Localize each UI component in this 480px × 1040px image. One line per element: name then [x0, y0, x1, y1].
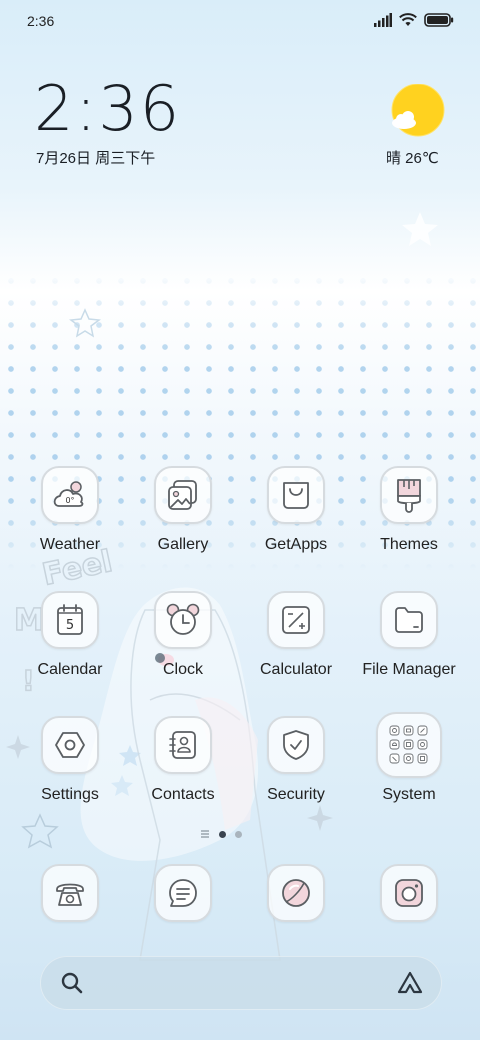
weather-icon[interactable]: 0°: [41, 466, 99, 524]
app-label-settings: Settings: [41, 786, 99, 803]
app-getapps[interactable]: GetApps: [236, 466, 356, 554]
page-dot[interactable]: [235, 830, 242, 838]
page-dot-active[interactable]: [219, 830, 226, 838]
app-label-gallery: Gallery: [157, 536, 209, 553]
security-icon[interactable]: [267, 716, 325, 774]
messages-icon[interactable]: [154, 864, 212, 922]
app-calendar[interactable]: 5 Calendar: [10, 591, 130, 679]
app-clock[interactable]: Clock: [123, 591, 243, 679]
phone-icon[interactable]: [41, 864, 99, 922]
app-label-system: System: [382, 786, 436, 803]
getapps-icon[interactable]: [267, 466, 325, 524]
settings-icon[interactable]: [41, 716, 99, 774]
folder-icon[interactable]: [380, 591, 438, 649]
calculator-icon[interactable]: [267, 591, 325, 649]
app-label-calendar: Calendar: [37, 661, 103, 678]
status-bar: 2:36: [0, 0, 480, 44]
system-folder-icon[interactable]: [376, 712, 442, 778]
app-contacts[interactable]: Contacts: [123, 716, 243, 804]
assistant-icon[interactable]: [396, 969, 424, 997]
themes-icon[interactable]: [380, 466, 438, 524]
app-security[interactable]: Security: [236, 716, 356, 804]
app-label-clock: Clock: [162, 661, 203, 678]
dock-messages[interactable]: [123, 864, 243, 922]
battery-icon: [424, 13, 454, 27]
clock-widget-date: 7月26日 周三下午: [36, 150, 156, 167]
signal-icon: [374, 13, 392, 27]
clock-widget-time[interactable]: 2:36: [34, 78, 181, 140]
app-gallery[interactable]: Gallery: [123, 466, 243, 554]
app-calculator[interactable]: Calculator: [236, 591, 356, 679]
app-label-security: Security: [267, 786, 325, 803]
clock-icon[interactable]: [154, 591, 212, 649]
dock-phone[interactable]: [10, 864, 130, 922]
browser-icon[interactable]: [267, 864, 325, 922]
calendar-icon[interactable]: 5: [41, 591, 99, 649]
app-label-contacts: Contacts: [151, 786, 215, 803]
wifi-icon: [399, 13, 417, 26]
svg-text:0°: 0°: [65, 496, 74, 505]
sun-cloud-icon[interactable]: [390, 84, 446, 140]
weather-text: 晴 26℃: [386, 150, 439, 167]
dock-browser[interactable]: [236, 864, 356, 922]
dock-camera[interactable]: [349, 864, 469, 922]
app-label-calculator: Calculator: [259, 661, 333, 678]
app-weather[interactable]: 0° Weather: [10, 466, 130, 554]
app-system-folder[interactable]: System: [349, 712, 469, 804]
gallery-icon[interactable]: [154, 466, 212, 524]
svg-text:5: 5: [66, 618, 74, 633]
app-label-themes: Themes: [380, 536, 438, 553]
page-indicator[interactable]: [200, 829, 242, 839]
app-settings[interactable]: Settings: [10, 716, 130, 804]
contacts-icon[interactable]: [154, 716, 212, 774]
search-icon[interactable]: [60, 971, 84, 995]
camera-icon[interactable]: [380, 864, 438, 922]
app-label-file-manager: File Manager: [362, 661, 456, 678]
app-themes[interactable]: Themes: [349, 466, 469, 554]
app-file-manager[interactable]: File Manager: [349, 591, 469, 679]
app-label-getapps: GetApps: [264, 536, 328, 553]
app-label-weather: Weather: [39, 536, 101, 553]
search-bar[interactable]: [40, 956, 442, 1010]
home-menu-icon[interactable]: [200, 829, 210, 839]
status-time: 2:36: [27, 13, 55, 29]
